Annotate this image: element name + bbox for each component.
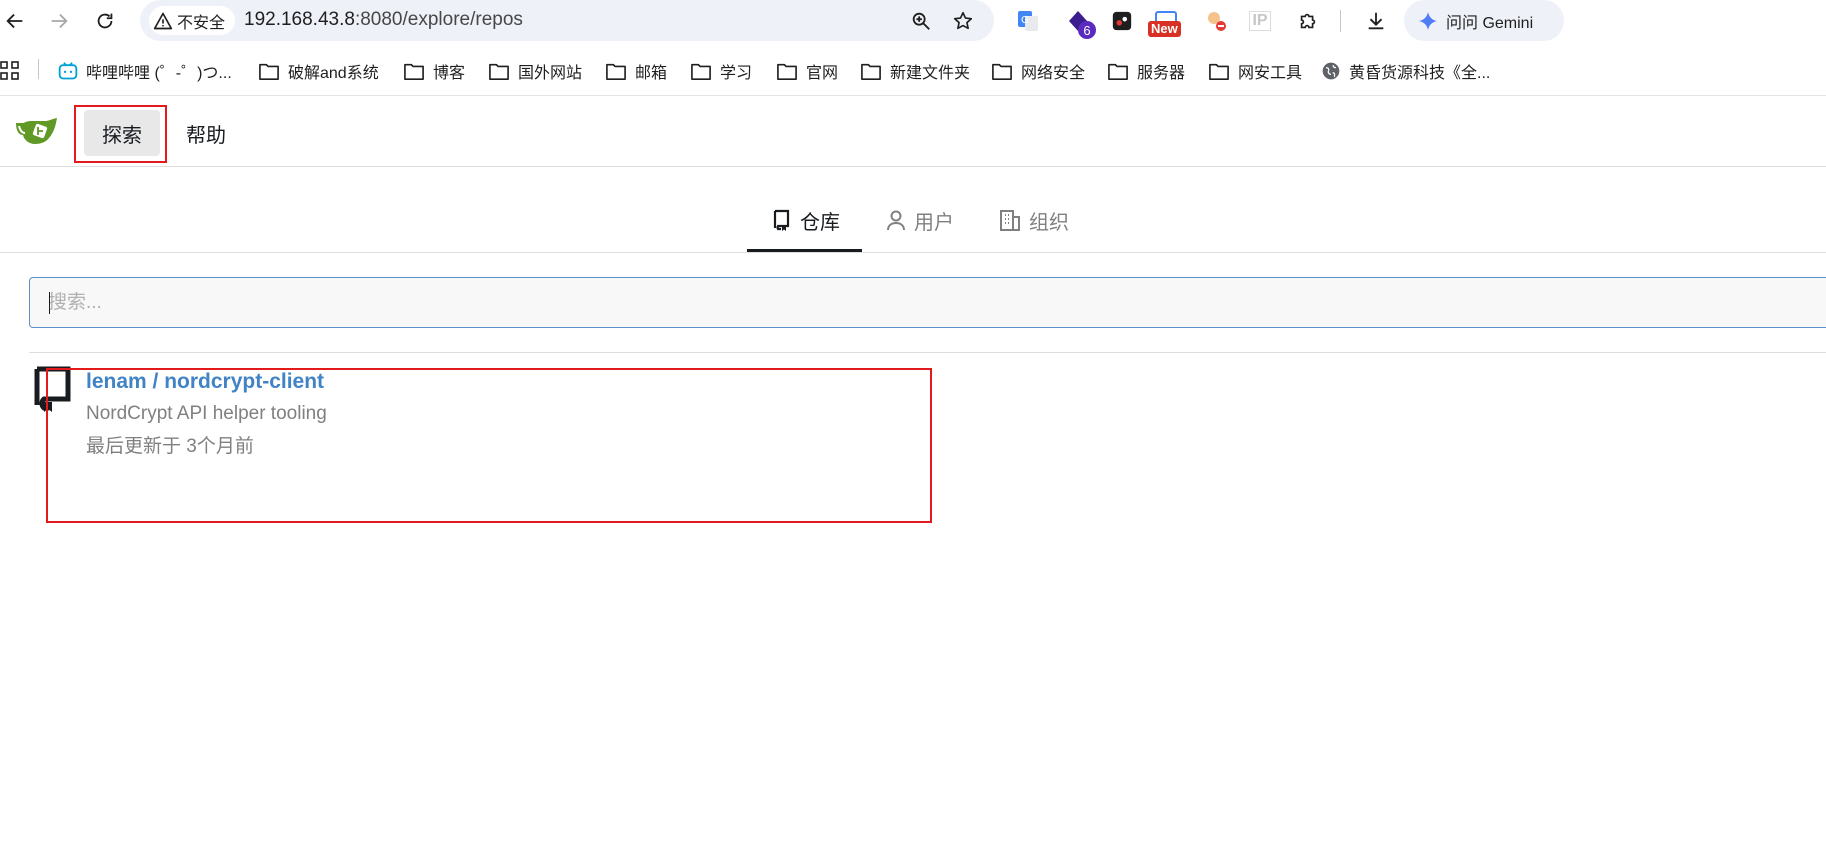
tab-organizations[interactable]: 组织	[999, 194, 1069, 246]
folder-icon	[992, 63, 1012, 80]
forward-button[interactable]	[44, 6, 74, 36]
folder-icon	[489, 63, 509, 80]
bookmark-label: 网络安全	[1021, 65, 1086, 82]
bookmark-label: 破解and系统	[288, 65, 379, 82]
star-icon	[953, 11, 973, 30]
folder-icon	[861, 63, 881, 80]
zoom-button[interactable]	[908, 8, 934, 34]
tab-users[interactable]: 用户	[886, 194, 954, 246]
repo-search-box[interactable]	[29, 277, 1826, 328]
cube-extension-icon	[1112, 11, 1132, 31]
toolbar-separator	[1340, 10, 1341, 32]
repo-icon	[773, 209, 790, 231]
bookmark-folder[interactable]: 学习	[690, 58, 752, 84]
folder-icon	[606, 63, 626, 80]
bookmark-label: 学习	[720, 65, 753, 82]
bookmark-label: 官网	[806, 65, 839, 82]
globe-icon	[1322, 62, 1340, 80]
browser-toolbar: 不安全 192.168.43.8:8080/explore/repos G 6 …	[0, 0, 1826, 44]
gemini-sparkle-icon	[1418, 11, 1438, 30]
url-text[interactable]: 192.168.43.8:8080/explore/repos	[244, 9, 523, 31]
bookmark-label: 哔哩哔哩 (゜-゜)つ...	[86, 65, 232, 82]
folder-icon	[691, 63, 711, 80]
bookmark-label: 服务器	[1137, 65, 1186, 82]
security-label: 不安全	[177, 14, 226, 32]
svg-text:G: G	[1021, 15, 1029, 26]
bookmarks-separator	[38, 59, 39, 79]
extension-dark[interactable]	[1108, 7, 1136, 35]
highlight-box-repo	[46, 368, 932, 523]
security-chip[interactable]: 不安全	[149, 6, 236, 35]
bookmark-folder[interactable]: 服务器	[1107, 58, 1185, 84]
downloads-button[interactable]	[1362, 7, 1390, 35]
back-arrow-icon	[6, 13, 23, 29]
extension-translate[interactable]: G	[1014, 7, 1042, 35]
reload-icon	[97, 13, 113, 29]
tab-repositories[interactable]: 仓库	[772, 194, 840, 246]
bookmark-label: 博客	[433, 65, 466, 82]
folder-icon	[1209, 63, 1229, 80]
apps-button[interactable]	[0, 58, 28, 84]
download-icon	[1368, 12, 1384, 30]
bookmark-folder[interactable]: 破解and系统	[258, 58, 379, 84]
reload-button[interactable]	[90, 6, 120, 36]
url-host: 192.168.43.8	[244, 9, 355, 30]
gemini-label: 问问 Gemini	[1446, 14, 1534, 32]
apps-grid-icon	[0, 61, 19, 80]
bookmark-label: 新建文件夹	[890, 65, 971, 82]
bookmark-folder[interactable]: 国外网站	[488, 58, 582, 84]
bookmark-folder[interactable]: 网络安全	[991, 58, 1085, 84]
cat-extension-icon	[1208, 12, 1226, 31]
ip-extension-icon: IP	[1249, 11, 1271, 31]
bookmark-folder[interactable]: 新建文件夹	[860, 58, 970, 84]
tab-label: 仓库	[800, 211, 840, 234]
site-navbar	[0, 96, 1826, 167]
bookmark-folder[interactable]: 官网	[776, 58, 838, 84]
active-tab-indicator	[747, 249, 862, 252]
folder-icon	[404, 63, 424, 80]
person-icon	[887, 210, 905, 231]
extension-ip[interactable]: IP	[1246, 7, 1274, 35]
bookmark-item[interactable]: 哔哩哔哩 (゜-゜)つ...	[58, 58, 232, 84]
bookmark-item[interactable]: 黄昏货源科技《全...	[1321, 58, 1490, 84]
tab-label: 组织	[1029, 211, 1069, 234]
text-caret	[49, 292, 50, 314]
nav-help-link[interactable]: 帮助	[176, 110, 236, 156]
folder-icon	[1108, 63, 1128, 80]
folder-icon	[777, 63, 797, 80]
bookmark-folder[interactable]: 邮箱	[605, 58, 667, 84]
results-divider	[29, 352, 1826, 353]
bilibili-icon	[58, 62, 78, 80]
extension-new[interactable]: New	[1148, 7, 1181, 37]
url-path: :8080/explore/repos	[354, 9, 523, 30]
bookmark-label: 黄昏货源科技《全...	[1349, 65, 1491, 82]
extension-count-badge: 6	[1078, 21, 1096, 39]
bookmark-label: 邮箱	[635, 65, 668, 82]
warning-icon	[153, 12, 173, 29]
extension-blocked[interactable]	[1202, 7, 1230, 35]
tab-label: 用户	[914, 211, 954, 234]
extensions-menu-button[interactable]	[1294, 7, 1322, 35]
bookmark-folder[interactable]: 博客	[403, 58, 465, 84]
bookmark-label: 国外网站	[518, 65, 583, 82]
zoom-icon	[912, 12, 930, 30]
gemini-button[interactable]: 问问 Gemini	[1404, 0, 1564, 41]
forward-arrow-icon	[51, 13, 68, 29]
folder-icon	[259, 63, 279, 80]
bookmark-star-button[interactable]	[950, 8, 976, 34]
extension-badge[interactable]: 6	[1064, 7, 1096, 39]
puzzle-icon	[1300, 13, 1316, 29]
bookmark-label: 网安工具	[1238, 65, 1303, 82]
organization-icon	[1000, 210, 1020, 231]
gitea-logo-icon[interactable]	[14, 114, 60, 150]
bookmark-folder[interactable]: 网安工具	[1208, 58, 1302, 84]
highlight-box-explore	[74, 105, 167, 163]
back-button[interactable]	[0, 6, 30, 36]
google-translate-icon: G	[1018, 11, 1038, 31]
new-badge: New	[1148, 21, 1181, 37]
search-input[interactable]	[48, 278, 1748, 327]
